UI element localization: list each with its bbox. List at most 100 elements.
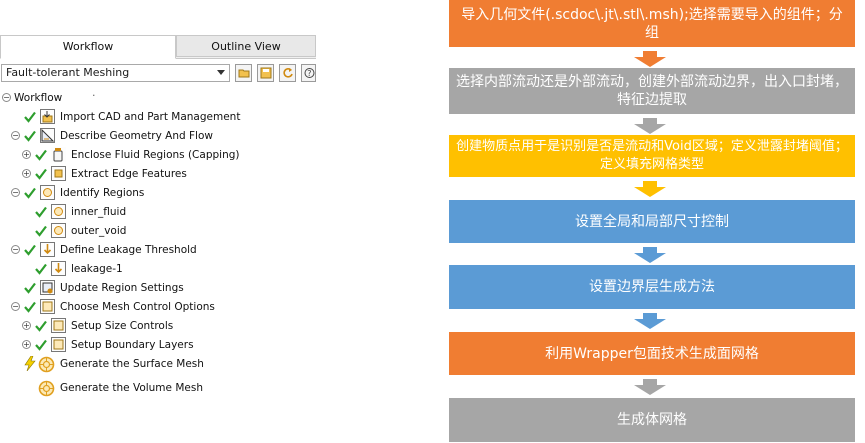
tree-item-label: Identify Regions <box>60 187 145 199</box>
flow-arrow-5 <box>634 313 666 329</box>
tree-item-identify-regions[interactable]: − Identify Regions <box>0 184 316 203</box>
flow-step-wrapper: 利用Wrapper包面技术生成面网格 <box>449 332 855 375</box>
help-icon: ? <box>304 68 315 78</box>
flow-step-material-points: 创建物质点用于是识别是否是流动和Void区域；定义泄露封堵阈值；定义填充网格类型 <box>449 135 855 177</box>
check-icon <box>24 244 36 256</box>
edge-features-icon <box>51 166 66 181</box>
check-icon <box>35 206 47 218</box>
tree-item-label: Import CAD and Part Management <box>60 111 241 123</box>
flow-step-import-geometry: 导入几何文件(.scdoc\.jt\.stl\.msh);选择需要导入的组件；分… <box>449 0 855 47</box>
tree-item-label: leakage-1 <box>71 263 123 275</box>
tree-item-enclose-fluid[interactable]: + Enclose Fluid Regions (Capping) <box>0 146 316 165</box>
flow-arrow-6 <box>634 379 666 395</box>
flow-step-boundary-layer: 设置边界层生成方法 <box>449 265 855 309</box>
tree-item-label: Setup Boundary Layers <box>71 339 194 351</box>
leakage-icon <box>51 261 66 276</box>
tree-item-label: Define Leakage Threshold <box>60 244 197 256</box>
dot-icon: · <box>92 89 96 102</box>
flow-arrow-1 <box>634 51 666 67</box>
expand-icon[interactable]: + <box>22 150 31 159</box>
tree-item-label: inner_fluid <box>71 206 127 218</box>
leakage-icon <box>40 242 55 257</box>
tree-item-size-controls[interactable]: + Setup Size Controls <box>0 317 316 336</box>
tree-item-label: Generate the Volume Mesh <box>60 382 203 394</box>
check-icon <box>24 187 36 199</box>
tree-item-label: Update Region Settings <box>60 282 184 294</box>
boundary-layers-icon <box>51 337 66 352</box>
region-settings-icon <box>40 280 55 295</box>
tree-item-surface-mesh[interactable]: Generate the Surface Mesh <box>0 355 316 374</box>
lightning-icon <box>24 356 36 371</box>
collapse-icon[interactable]: − <box>11 302 20 311</box>
tree-item-describe-geometry[interactable]: − Describe Geometry And Flow <box>0 127 316 146</box>
check-icon <box>24 282 36 294</box>
help-button[interactable]: ? <box>301 64 316 82</box>
flow-arrow-3 <box>634 181 666 197</box>
tree-item-update-region-settings[interactable]: Update Region Settings <box>0 279 316 298</box>
regions-icon <box>40 185 55 200</box>
collapse-icon[interactable]: − <box>11 188 20 197</box>
check-icon <box>35 263 47 275</box>
flow-arrow-2 <box>634 118 666 134</box>
check-icon <box>24 130 36 142</box>
capping-icon <box>51 147 66 162</box>
workflow-panel: Workflow Outline View Fault-tolerant Mes… <box>0 35 316 397</box>
tree-item-volume-mesh[interactable]: Generate the Volume Mesh <box>0 379 316 398</box>
expand-icon[interactable]: + <box>22 340 31 349</box>
tree-item-label: Setup Size Controls <box>71 320 174 332</box>
revert-workflow-button[interactable] <box>279 64 296 82</box>
panel-tabs: Workflow Outline View <box>0 35 316 59</box>
tree-root-label: Workflow <box>14 92 63 104</box>
workflow-toolbar: Fault-tolerant Meshing ? <box>0 64 316 86</box>
save-workflow-button[interactable] <box>257 64 274 82</box>
check-icon <box>35 149 47 161</box>
tree-item-import-cad[interactable]: Import CAD and Part Management <box>0 108 316 127</box>
check-icon <box>35 168 47 180</box>
check-icon <box>24 111 36 123</box>
check-icon <box>35 225 47 237</box>
collapse-icon[interactable]: − <box>11 245 20 254</box>
expand-icon[interactable]: + <box>22 169 31 178</box>
tree-item-label: Extract Edge Features <box>71 168 187 180</box>
flow-step-flow-type: 选择内部流动还是外部流动，创建外部流动边界，出入口封堵，特征边提取 <box>449 68 855 114</box>
tree-item-outer-void[interactable]: outer_void <box>0 222 316 241</box>
svg-text:?: ? <box>307 69 311 78</box>
tree-item-extract-edges[interactable]: + Extract Edge Features <box>0 165 316 184</box>
refresh-icon <box>283 68 293 78</box>
open-workflow-button[interactable] <box>235 64 252 82</box>
tree-item-label: outer_void <box>71 225 127 237</box>
collapse-icon[interactable]: − <box>11 131 20 140</box>
tree-item-leakage-threshold[interactable]: − Define Leakage Threshold <box>0 241 316 260</box>
size-controls-icon <box>51 318 66 333</box>
tree-item-mesh-control-options[interactable]: − Choose Mesh Control Options <box>0 298 316 317</box>
tree-item-boundary-layers[interactable]: + Setup Boundary Layers <box>0 336 316 355</box>
folder-open-icon <box>238 69 250 78</box>
workflow-type-value: Fault-tolerant Meshing <box>6 66 130 79</box>
check-icon <box>35 320 47 332</box>
region-icon <box>51 223 66 238</box>
workflow-type-select[interactable]: Fault-tolerant Meshing <box>1 64 230 82</box>
flow-step-size-control: 设置全局和局部尺寸控制 <box>449 200 855 243</box>
tree-item-label: Choose Mesh Control Options <box>60 301 215 313</box>
tree-item-label: Enclose Fluid Regions (Capping) <box>71 149 240 161</box>
collapse-icon[interactable]: − <box>2 93 11 102</box>
chevron-down-icon[interactable] <box>217 70 225 75</box>
tree-item-inner-fluid[interactable]: inner_fluid <box>0 203 316 222</box>
tab-workflow[interactable]: Workflow <box>0 35 176 59</box>
check-icon <box>24 301 36 313</box>
mesh-gear-icon <box>38 356 55 373</box>
mesh-control-icon <box>40 299 55 314</box>
tree-item-label: Generate the Surface Mesh <box>60 358 204 370</box>
flow-arrow-4 <box>634 247 666 263</box>
flow-step-volume-mesh: 生成体网格 <box>449 398 855 442</box>
tree-item-label: Describe Geometry And Flow <box>60 130 213 142</box>
tab-outline-view[interactable]: Outline View <box>176 35 316 57</box>
region-icon <box>51 204 66 219</box>
expand-icon[interactable]: + <box>22 321 31 330</box>
save-icon <box>260 67 272 79</box>
geometry-flow-icon <box>40 128 55 143</box>
mesh-gear-icon <box>38 380 55 397</box>
check-icon <box>35 339 47 351</box>
tree-item-leakage-1[interactable]: leakage-1 <box>0 260 316 279</box>
import-cad-icon <box>40 109 55 124</box>
